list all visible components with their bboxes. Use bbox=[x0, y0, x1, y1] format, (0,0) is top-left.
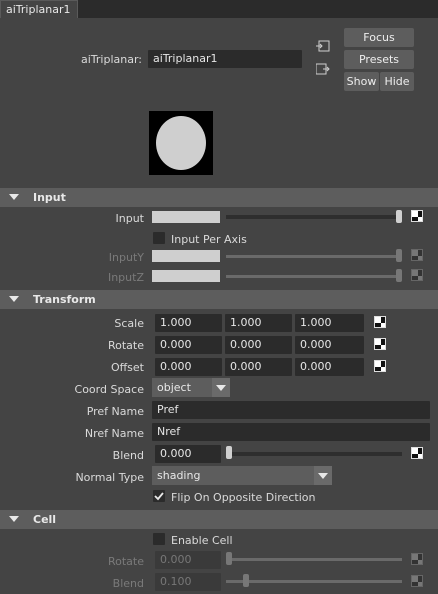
rotate-map-button[interactable] bbox=[374, 338, 386, 350]
inputz-color-swatch[interactable] bbox=[152, 270, 220, 282]
input-slider-track[interactable] bbox=[226, 215, 402, 219]
nref-name-label: Nref Name bbox=[84, 427, 144, 440]
inputy-slider-track[interactable] bbox=[226, 255, 402, 258]
cell-rotate-slider-track[interactable] bbox=[226, 558, 402, 561]
nref-name-field[interactable]: Nref bbox=[152, 423, 430, 441]
scale-z-field[interactable]: 1.000 bbox=[295, 314, 364, 332]
blend-map-button[interactable] bbox=[411, 447, 423, 459]
blend-field[interactable]: 0.000 bbox=[155, 445, 221, 463]
blend-slider-track[interactable] bbox=[226, 452, 402, 456]
enable-cell-label: Enable Cell bbox=[171, 534, 233, 547]
rotate-z-field[interactable]: 0.000 bbox=[295, 336, 364, 354]
input-per-axis-checkbox[interactable] bbox=[153, 232, 165, 244]
normal-type-value: shading bbox=[157, 469, 201, 482]
focus-button[interactable]: Focus bbox=[344, 28, 414, 47]
scale-y-field[interactable]: 1.000 bbox=[225, 314, 292, 332]
flip-label: Flip On Opposite Direction bbox=[171, 491, 316, 504]
show-button[interactable]: Show bbox=[344, 72, 379, 91]
cell-blend-field[interactable]: 0.100 bbox=[155, 573, 221, 591]
section-input-title: Input bbox=[33, 191, 66, 204]
node-name-field[interactable]: aiTriplanar1 bbox=[148, 50, 302, 68]
inputy-label: InputY bbox=[108, 251, 144, 264]
coord-space-dropdown[interactable]: object bbox=[152, 378, 230, 397]
offset-z-field[interactable]: 0.000 bbox=[295, 358, 364, 376]
input-slider-handle[interactable] bbox=[396, 210, 402, 223]
cell-blend-slider-handle[interactable] bbox=[243, 574, 249, 587]
inputy-slider-handle[interactable] bbox=[396, 249, 402, 262]
pref-name-field[interactable]: Pref bbox=[152, 401, 430, 419]
scale-map-button[interactable] bbox=[374, 316, 386, 328]
offset-map-button[interactable] bbox=[374, 360, 386, 372]
scale-x-field[interactable]: 1.000 bbox=[155, 314, 222, 332]
rotate-x-field[interactable]: 0.000 bbox=[155, 336, 222, 354]
hide-button[interactable]: Hide bbox=[380, 72, 414, 91]
checkmark-icon bbox=[154, 492, 164, 501]
cell-rotate-map-button[interactable] bbox=[411, 553, 423, 565]
flip-checkbox[interactable] bbox=[153, 490, 165, 502]
normal-type-label: Normal Type bbox=[75, 471, 144, 484]
coord-space-label: Coord Space bbox=[74, 383, 144, 396]
section-transform-title: Transform bbox=[33, 293, 96, 306]
chevron-down-icon bbox=[314, 466, 332, 485]
presets-button[interactable]: Presets bbox=[344, 50, 414, 69]
offset-x-field[interactable]: 0.000 bbox=[155, 358, 222, 376]
scale-label: Scale bbox=[114, 317, 144, 330]
collapse-arrow-icon bbox=[9, 194, 19, 200]
coord-space-value: object bbox=[157, 381, 191, 394]
blend-label: Blend bbox=[112, 449, 144, 462]
inputz-label: InputZ bbox=[107, 271, 144, 284]
tab-aitriplanar1[interactable]: aiTriplanar1 bbox=[0, 0, 78, 18]
section-cell-header[interactable]: Cell bbox=[0, 510, 438, 529]
input-map-button[interactable] bbox=[411, 210, 423, 222]
cell-blend-slider-track[interactable] bbox=[226, 580, 402, 583]
cell-rotate-field[interactable]: 0.000 bbox=[155, 551, 221, 569]
section-cell-title: Cell bbox=[33, 513, 57, 526]
section-input-header[interactable]: Input bbox=[0, 188, 438, 207]
offset-y-field[interactable]: 0.000 bbox=[225, 358, 292, 376]
section-transform-header[interactable]: Transform bbox=[0, 290, 438, 309]
tab-bar: aiTriplanar1 bbox=[0, 0, 438, 18]
inputy-color-swatch[interactable] bbox=[152, 250, 220, 262]
input-connection-icon[interactable] bbox=[316, 40, 330, 52]
blend-slider-handle[interactable] bbox=[226, 446, 232, 459]
cell-blend-map-button[interactable] bbox=[411, 575, 423, 587]
input-per-axis-label: Input Per Axis bbox=[171, 233, 247, 246]
cell-rotate-label: Rotate bbox=[107, 555, 144, 568]
cell-rotate-slider-handle[interactable] bbox=[226, 552, 232, 565]
pref-name-label: Pref Name bbox=[86, 405, 144, 418]
rotate-label: Rotate bbox=[107, 339, 144, 352]
rotate-y-field[interactable]: 0.000 bbox=[225, 336, 292, 354]
output-connection-icon[interactable] bbox=[315, 63, 330, 75]
chevron-down-icon bbox=[212, 378, 230, 397]
collapse-arrow-icon bbox=[9, 516, 19, 522]
inputy-map-button[interactable] bbox=[411, 249, 423, 261]
node-name-label: aiTriplanar: bbox=[80, 53, 142, 66]
enable-cell-checkbox[interactable] bbox=[153, 533, 165, 545]
inputz-slider-track[interactable] bbox=[226, 275, 402, 278]
normal-type-dropdown[interactable]: shading bbox=[152, 466, 332, 485]
inputz-map-button[interactable] bbox=[411, 269, 423, 281]
offset-label: Offset bbox=[110, 361, 144, 374]
collapse-arrow-icon bbox=[9, 296, 19, 302]
swatch-preview bbox=[149, 111, 213, 175]
inputz-slider-handle[interactable] bbox=[396, 269, 402, 282]
input-color-swatch[interactable] bbox=[152, 211, 220, 223]
input-label: Input bbox=[115, 212, 144, 225]
cell-blend-label: Blend bbox=[112, 577, 144, 590]
